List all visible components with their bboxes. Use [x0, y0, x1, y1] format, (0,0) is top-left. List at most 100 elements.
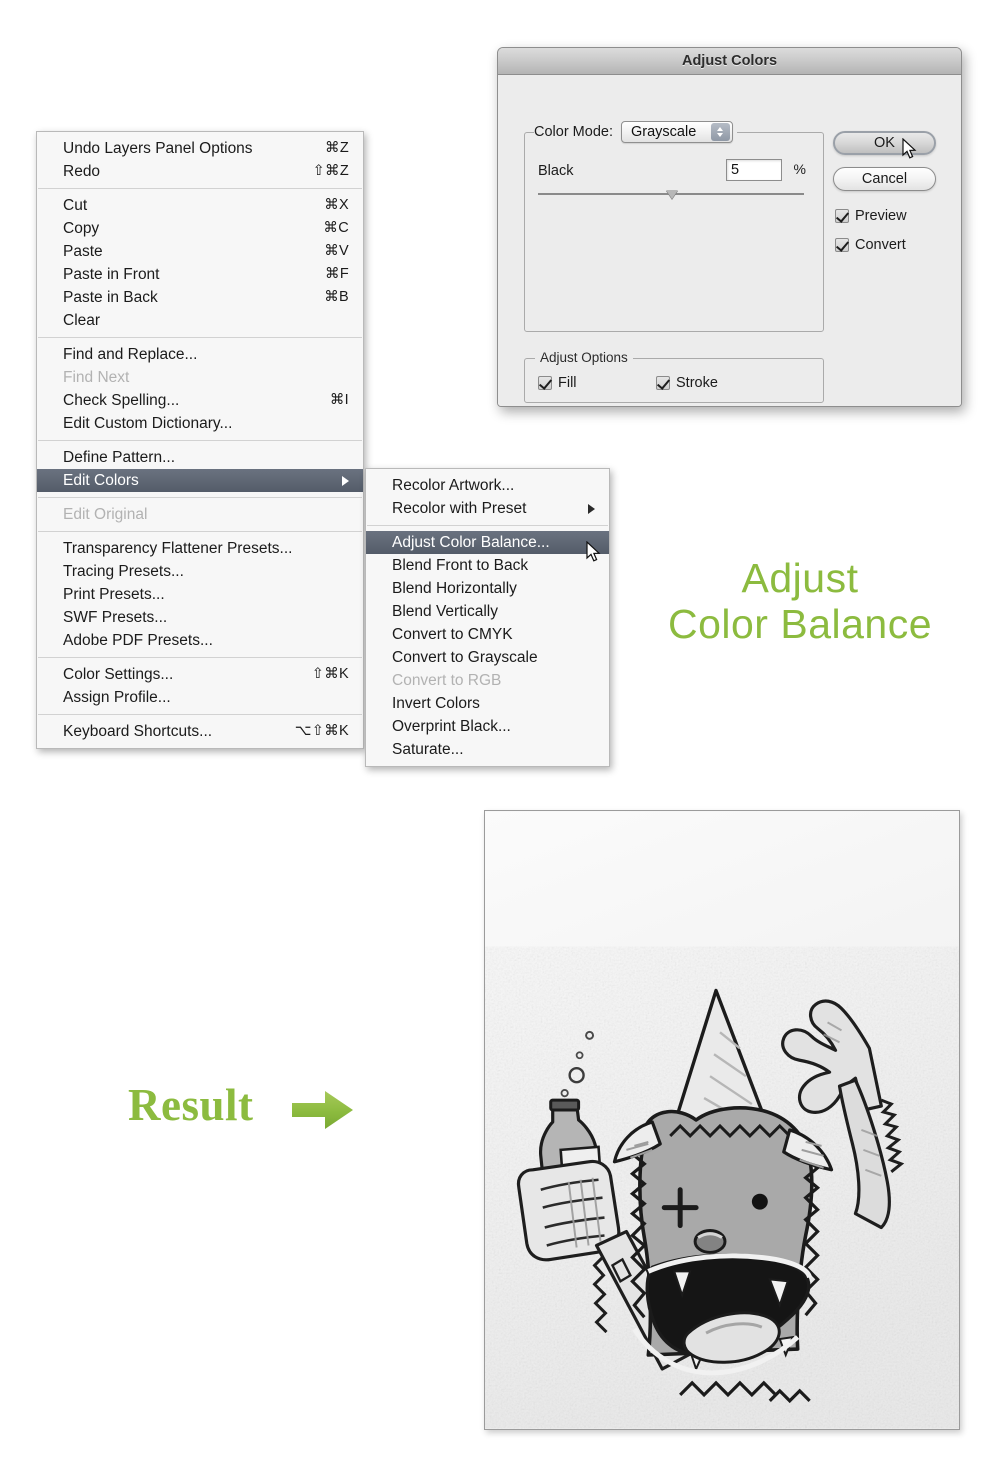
menu-item-assign-profile[interactable]: Assign Profile... — [37, 686, 363, 709]
stroke-checkbox-row[interactable]: Stroke — [656, 375, 718, 391]
menu-separator — [38, 188, 362, 189]
menu-item-label: Find and Replace... — [63, 346, 198, 363]
submenu-item-invert-colors[interactable]: Invert Colors — [366, 692, 609, 715]
menu-item-redo[interactable]: Redo ⇧⌘Z — [37, 160, 363, 183]
menu-item-find-and-replace[interactable]: Find and Replace... — [37, 343, 363, 366]
submenu-item-recolor-with-preset[interactable]: Recolor with Preset — [366, 497, 609, 520]
menu-item-shortcut: ⌘V — [324, 243, 349, 259]
adjust-colors-dialog[interactable]: Adjust Colors Color Mode: Grayscale Blac… — [497, 47, 962, 407]
menu-item-label: Find Next — [63, 369, 130, 386]
stroke-label: Stroke — [676, 375, 718, 391]
color-mode-value: Grayscale — [630, 124, 697, 140]
black-value-input[interactable]: 5 — [726, 159, 782, 181]
color-mode-select[interactable]: Grayscale — [620, 121, 733, 143]
menu-item-label: Overprint Black... — [392, 718, 511, 735]
black-slider-thumb[interactable] — [666, 190, 678, 199]
menu-separator — [38, 497, 362, 498]
submenu-item-recolor-artwork[interactable]: Recolor Artwork... — [366, 474, 609, 497]
menu-item-label: Paste — [63, 243, 103, 260]
edit-menu[interactable]: Undo Layers Panel Options ⌘Z Redo ⇧⌘Z Cu… — [36, 131, 364, 749]
dialog-title: Adjust Colors — [681, 53, 778, 69]
right-arrow-icon — [292, 1091, 353, 1129]
menu-item-shortcut: ⌥⇧⌘K — [294, 723, 349, 739]
menu-item-color-settings[interactable]: Color Settings... ⇧⌘K — [37, 663, 363, 686]
menu-item-shortcut: ⌘F — [325, 266, 349, 282]
menu-item-label: Transparency Flattener Presets... — [63, 540, 293, 557]
menu-item-find-next: Find Next — [37, 366, 363, 389]
menu-item-adobe-pdf-presets[interactable]: Adobe PDF Presets... — [37, 629, 363, 652]
menu-item-shortcut: ⌘B — [324, 289, 349, 305]
menu-item-paste-in-back[interactable]: Paste in Back ⌘B — [37, 286, 363, 309]
menu-item-label: Edit Custom Dictionary... — [63, 415, 233, 432]
menu-item-cut[interactable]: Cut ⌘X — [37, 194, 363, 217]
menu-item-keyboard-shortcuts[interactable]: Keyboard Shortcuts... ⌥⇧⌘K — [37, 720, 363, 743]
menu-item-label: Blend Vertically — [392, 603, 498, 620]
fill-checkbox[interactable] — [538, 376, 552, 390]
menu-item-label: Blend Front to Back — [392, 557, 529, 574]
menu-separator — [367, 525, 608, 526]
cancel-button[interactable]: Cancel — [833, 167, 936, 191]
menu-item-transparency-flattener-presets[interactable]: Transparency Flattener Presets... — [37, 537, 363, 560]
menu-item-label: Convert to CMYK — [392, 626, 513, 643]
menu-item-label: Paste in Front — [63, 266, 160, 283]
menu-item-label: Adjust Color Balance... — [392, 534, 550, 551]
preview-label: Preview — [855, 208, 907, 224]
convert-checkbox-row[interactable]: Convert — [835, 237, 906, 253]
stepper-arrows-icon[interactable] — [710, 123, 730, 141]
menu-item-label: Clear — [63, 312, 101, 329]
edit-colors-submenu[interactable]: Recolor Artwork... Recolor with Preset A… — [365, 468, 610, 767]
menu-item-label: Keyboard Shortcuts... — [63, 723, 213, 740]
menu-item-clear[interactable]: Clear — [37, 309, 363, 332]
menu-item-label: Invert Colors — [392, 695, 480, 712]
menu-item-label: Color Settings... — [63, 666, 174, 683]
submenu-item-convert-to-rgb: Convert to RGB — [366, 669, 609, 692]
menu-item-copy[interactable]: Copy ⌘C — [37, 217, 363, 240]
stroke-checkbox[interactable] — [656, 376, 670, 390]
menu-item-paste[interactable]: Paste ⌘V — [37, 240, 363, 263]
dialog-titlebar: Adjust Colors — [498, 48, 961, 75]
submenu-item-blend-front-to-back[interactable]: Blend Front to Back — [366, 554, 609, 577]
submenu-item-overprint-black[interactable]: Overprint Black... — [366, 715, 609, 738]
menu-item-shortcut: ⇧⌘Z — [312, 163, 349, 179]
fill-label: Fill — [558, 375, 577, 391]
menu-item-label: Recolor Artwork... — [392, 477, 515, 494]
percent-symbol: % — [793, 161, 806, 177]
menu-item-label: Convert to Grayscale — [392, 649, 538, 666]
submenu-item-blend-horizontally[interactable]: Blend Horizontally — [366, 577, 609, 600]
color-mode-row: Color Mode: Grayscale — [534, 121, 737, 143]
menu-separator — [38, 657, 362, 658]
color-mode-label: Color Mode: — [534, 124, 613, 140]
menu-item-shortcut: ⌘C — [323, 220, 349, 236]
submenu-item-adjust-color-balance[interactable]: Adjust Color Balance... — [366, 531, 609, 554]
menu-item-label: Redo — [63, 163, 101, 180]
menu-item-define-pattern[interactable]: Define Pattern... — [37, 446, 363, 469]
menu-item-label: Copy — [63, 220, 100, 237]
grayscale-monster-illustration — [485, 811, 959, 1429]
menu-item-edit-custom-dictionary[interactable]: Edit Custom Dictionary... — [37, 412, 363, 435]
menu-item-paste-in-front[interactable]: Paste in Front ⌘F — [37, 263, 363, 286]
menu-item-undo-layers-panel-options[interactable]: Undo Layers Panel Options ⌘Z — [37, 137, 363, 160]
menu-item-label: SWF Presets... — [63, 609, 168, 626]
preview-checkbox-row[interactable]: Preview — [835, 208, 907, 224]
menu-item-label: Convert to RGB — [392, 672, 502, 689]
submenu-item-convert-to-grayscale[interactable]: Convert to Grayscale — [366, 646, 609, 669]
submenu-item-convert-to-cmyk[interactable]: Convert to CMYK — [366, 623, 609, 646]
caption-adjust-color-balance: Adjust Color Balance — [615, 555, 985, 648]
submenu-item-saturate[interactable]: Saturate... — [366, 738, 609, 761]
menu-item-label: Adobe PDF Presets... — [63, 632, 213, 649]
ok-button[interactable]: OK — [833, 131, 936, 155]
menu-separator — [38, 440, 362, 441]
menu-item-print-presets[interactable]: Print Presets... — [37, 583, 363, 606]
convert-checkbox[interactable] — [835, 238, 849, 252]
fill-checkbox-row[interactable]: Fill — [538, 375, 577, 391]
menu-item-edit-colors[interactable]: Edit Colors — [37, 469, 363, 492]
menu-item-swf-presets[interactable]: SWF Presets... — [37, 606, 363, 629]
submenu-item-blend-vertically[interactable]: Blend Vertically — [366, 600, 609, 623]
menu-item-label: Print Presets... — [63, 586, 165, 603]
menu-item-shortcut: ⌘I — [329, 392, 349, 408]
menu-item-check-spelling[interactable]: Check Spelling... ⌘I — [37, 389, 363, 412]
screenshot-canvas: Undo Layers Panel Options ⌘Z Redo ⇧⌘Z Cu… — [0, 0, 1000, 1466]
menu-item-label: Assign Profile... — [63, 689, 171, 706]
menu-item-tracing-presets[interactable]: Tracing Presets... — [37, 560, 363, 583]
preview-checkbox[interactable] — [835, 209, 849, 223]
